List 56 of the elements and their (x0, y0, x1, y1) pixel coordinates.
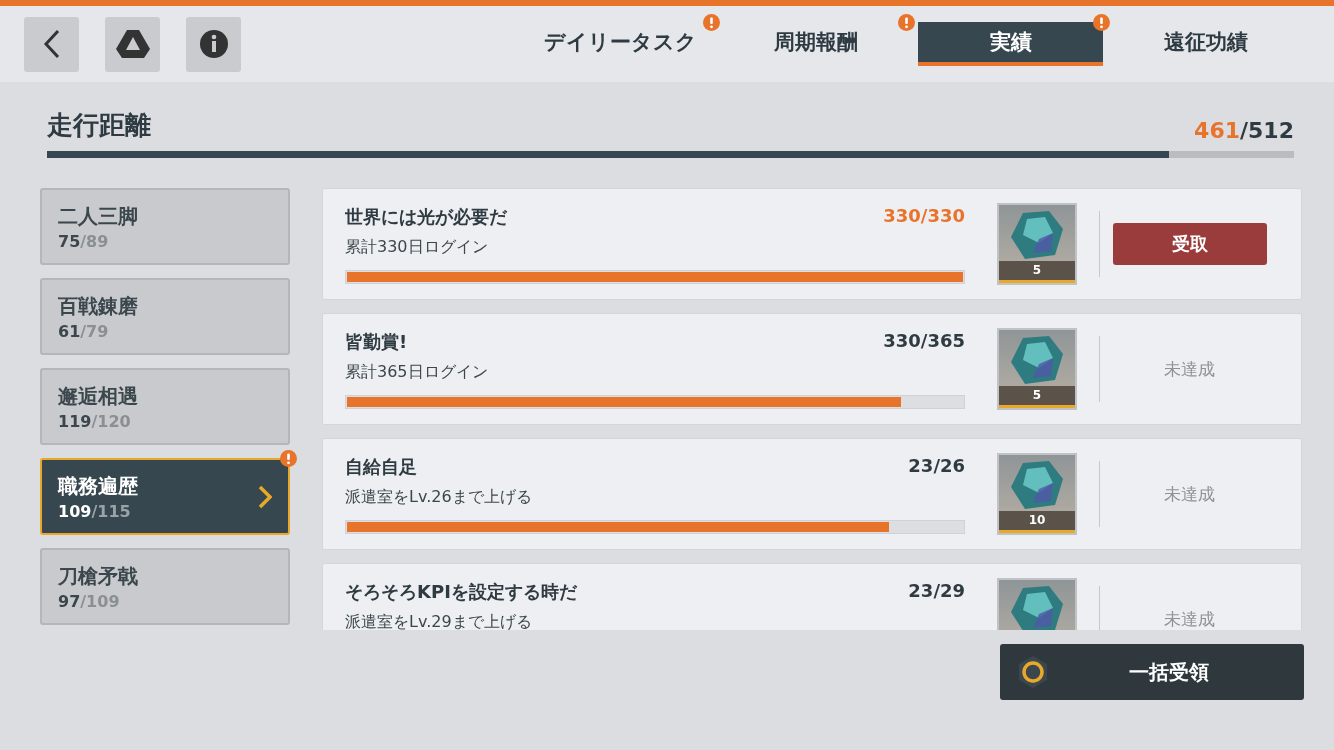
achievement-title: 世界には光が必要だ (345, 204, 507, 229)
info-icon (198, 29, 229, 59)
category-item[interactable]: 職務遍歴 109/115 (40, 458, 290, 535)
claim-button[interactable]: 受取 (1112, 223, 1267, 265)
achievement-progress: 23/26 (908, 454, 965, 478)
status-label: 未達成 (1164, 607, 1215, 630)
tab[interactable]: 遠征功績 (1113, 22, 1298, 66)
category-item[interactable]: 刀槍矛戟 97/109 (40, 548, 290, 625)
chevron-right-icon (258, 484, 272, 509)
achievement-progress: 330/330 (883, 204, 965, 228)
tab[interactable]: デイリータスク (528, 22, 713, 66)
category-name: 刀槍矛戟 (58, 562, 138, 590)
status-label: 未達成 (1164, 357, 1215, 381)
category-name: 邂逅相遇 (58, 382, 138, 410)
gem-icon (1009, 334, 1065, 386)
category-count: 119/120 (58, 411, 132, 431)
claim-all-button[interactable]: 一括受領 (1000, 644, 1304, 700)
triangle-logo-button[interactable] (105, 16, 160, 72)
back-icon (41, 29, 62, 59)
gem-icon (1009, 459, 1065, 511)
category-item[interactable]: 百戦錬磨 61/79 (40, 278, 290, 355)
reward-count: 5 (999, 386, 1075, 408)
category-count: 61/79 (58, 321, 110, 341)
achievement-description: 累計330日ログイン (345, 236, 489, 258)
triangle-logo-icon (114, 29, 151, 59)
achievement-description: 派遣室をLv.26まで上げる (345, 486, 533, 508)
achievement-title: 自給自足 (345, 454, 417, 479)
gem-icon (1009, 209, 1065, 261)
category-count: 75/89 (58, 231, 110, 251)
achievement-title: そろそろKPIを設定する時だ (345, 579, 577, 604)
achievement-description: 派遣室をLv.29まで上げる (345, 611, 533, 630)
achievement-description: 累計365日ログイン (345, 361, 489, 383)
reward-count: 10 (999, 511, 1075, 533)
tab[interactable]: 実績 (918, 22, 1103, 66)
category-name: 二人三脚 (58, 202, 138, 230)
category-count: 109/115 (58, 501, 132, 521)
info-button[interactable] (186, 16, 241, 72)
achievement-progress: 330/365 (883, 329, 965, 353)
reward-item[interactable]: 10 (997, 453, 1077, 535)
category-item[interactable]: 二人三脚 75/89 (40, 188, 290, 265)
achievement-title: 皆勤賞! (345, 329, 408, 354)
section-title: 走行距離 (47, 109, 151, 142)
reward-item[interactable]: 5 (997, 328, 1077, 410)
category-count: 97/109 (58, 591, 121, 611)
achievement-progress: 23/29 (908, 579, 965, 603)
reward-count: 5 (999, 261, 1075, 283)
ring-icon (1016, 655, 1050, 689)
category-item[interactable]: 邂逅相遇 119/120 (40, 368, 290, 445)
category-name: 職務遍歴 (58, 472, 138, 500)
category-name: 百戦錬磨 (58, 292, 138, 320)
tab[interactable]: 周期報酬 (723, 22, 908, 66)
gem-icon (1009, 584, 1065, 630)
back-button[interactable] (24, 16, 79, 72)
status-label: 未達成 (1164, 482, 1215, 506)
reward-item[interactable]: 5 (997, 203, 1077, 285)
section-count: 461/512 (1194, 118, 1294, 143)
